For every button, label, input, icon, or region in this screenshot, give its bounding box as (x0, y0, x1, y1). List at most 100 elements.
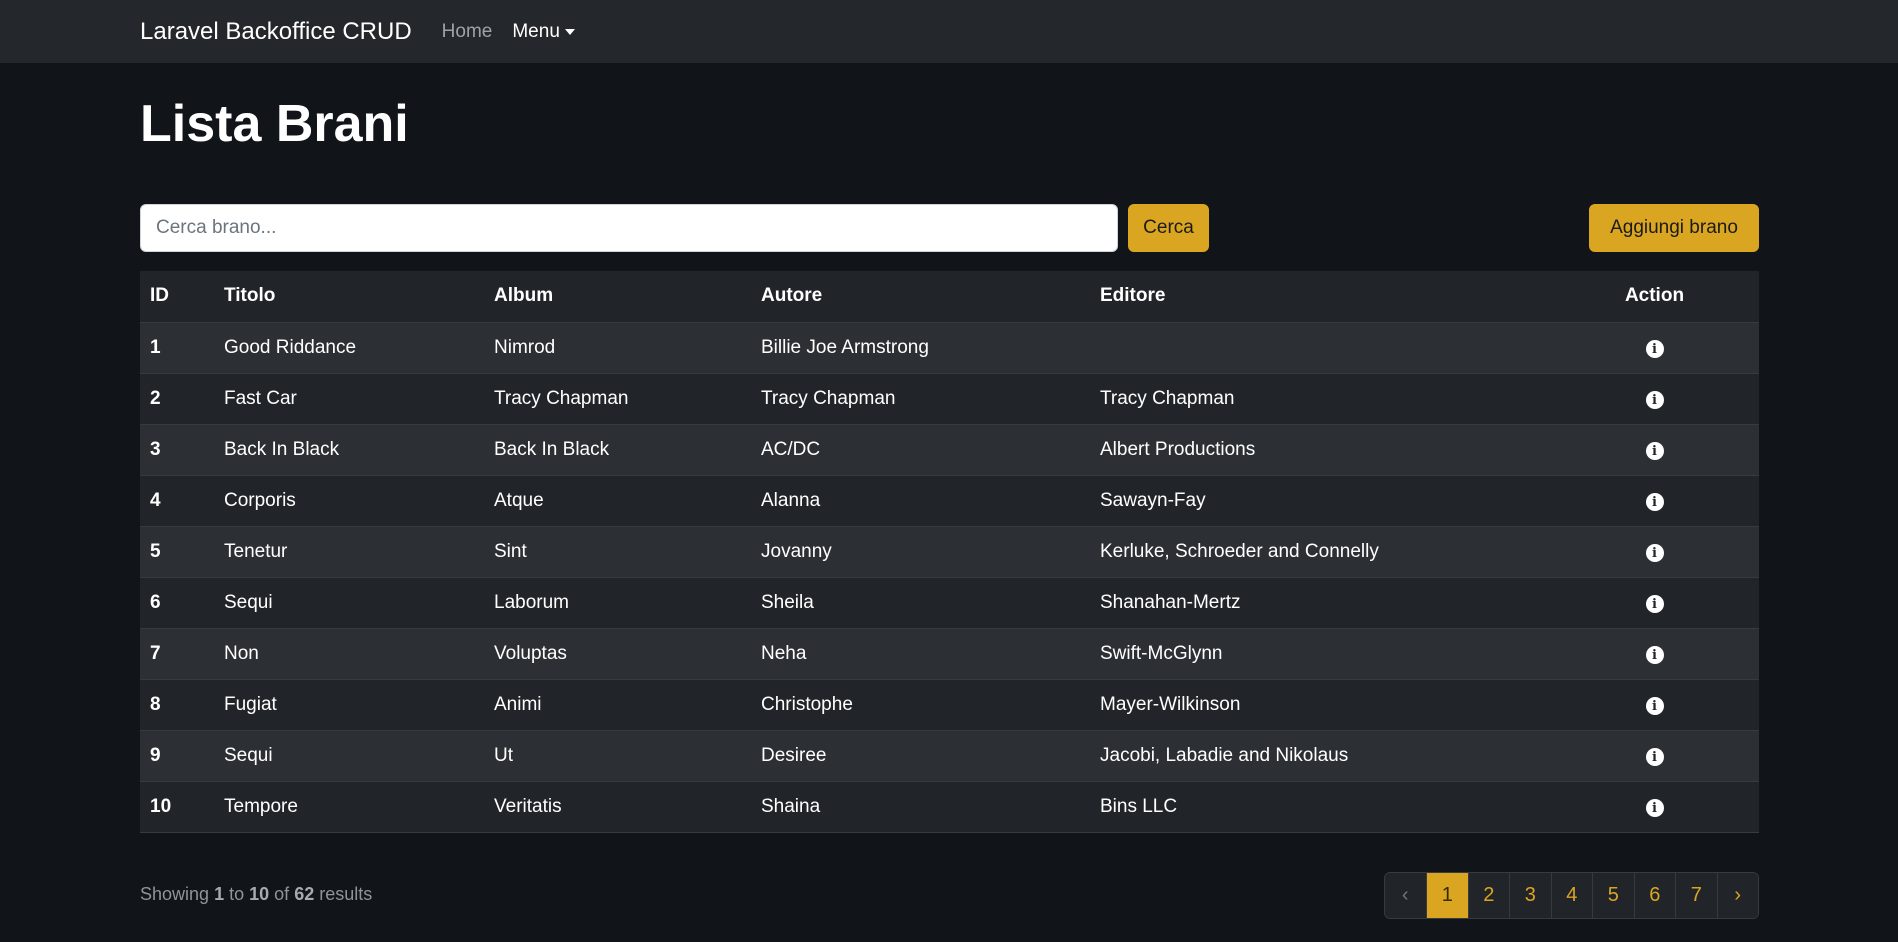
cell-author: Jovanny (751, 526, 1090, 578)
cell-title: Good Riddance (214, 322, 484, 374)
cell-author: Desiree (751, 730, 1090, 782)
cell-album: Tracy Chapman (484, 373, 751, 425)
column-header-publisher: Editore (1090, 271, 1550, 323)
cell-album: Ut (484, 730, 751, 782)
search-input[interactable] (140, 204, 1118, 252)
pagination-page[interactable]: 6 (1633, 873, 1675, 918)
cell-publisher: Swift-McGlynn (1090, 628, 1550, 680)
pagination-page[interactable]: 5 (1592, 873, 1634, 918)
table-row: 1 Good Riddance Nimrod Billie Joe Armstrong… (140, 322, 1759, 374)
cell-album: Veritatis (484, 781, 751, 833)
cell-title: Tenetur (214, 526, 484, 578)
cell-author: AC/DC (751, 424, 1090, 476)
pagination-page[interactable]: 7 (1675, 873, 1717, 918)
info-icon[interactable]: i (1645, 646, 1664, 664)
table-row: 4 Corporis Atque Alanna Sawayn-Fay i (140, 475, 1759, 527)
results-from: 1 (214, 884, 225, 904)
cell-author: Christophe (751, 679, 1090, 731)
navbar-brand[interactable]: Laravel Backoffice CRUD (140, 18, 412, 46)
nav-link-home[interactable]: Home (442, 21, 493, 43)
info-icon[interactable]: i (1645, 391, 1664, 409)
cell-id: 4 (140, 475, 214, 527)
cell-id: 10 (140, 781, 214, 833)
table-row: 7 Non Voluptas Neha Swift-McGlynn i (140, 628, 1759, 680)
navbar: Laravel Backoffice CRUD Home Menu (0, 0, 1898, 63)
cell-action: i (1550, 781, 1759, 833)
cell-publisher: Albert Productions (1090, 424, 1550, 476)
info-icon[interactable]: i (1645, 697, 1664, 715)
cell-action: i (1550, 577, 1759, 629)
column-header-author: Autore (751, 271, 1090, 323)
cell-album: Animi (484, 679, 751, 731)
pagination-page[interactable]: 3 (1509, 873, 1551, 918)
results-to-word: to (229, 884, 245, 904)
search-bar: Cerca Aggiungi brano (140, 204, 1759, 252)
cell-album: Laborum (484, 577, 751, 629)
results-suffix: results (319, 884, 373, 904)
cell-author: Shaina (751, 781, 1090, 833)
add-song-button[interactable]: Aggiungi brano (1589, 204, 1759, 252)
cell-action: i (1550, 679, 1759, 731)
info-icon[interactable]: i (1645, 544, 1664, 562)
info-icon[interactable]: i (1645, 493, 1664, 511)
cell-title: Non (214, 628, 484, 680)
cell-album: Atque (484, 475, 751, 527)
cell-title: Back In Black (214, 424, 484, 476)
table-row: 3 Back In Black Back In Black AC/DC Albert P… (140, 424, 1759, 476)
results-prefix: Showing (140, 884, 210, 904)
table-row: 6 Sequi Laborum Sheila Shanahan-Mertz i (140, 577, 1759, 629)
info-icon[interactable]: i (1645, 799, 1664, 817)
info-icon[interactable]: i (1645, 442, 1664, 460)
table-body: 1 Good Riddance Nimrod Billie Joe Armstrong… (140, 322, 1759, 833)
pagination-prev[interactable]: ‹ (1384, 873, 1426, 918)
cell-action: i (1550, 424, 1759, 476)
cell-author: Sheila (751, 577, 1090, 629)
results-summary: Showing 1 to 10 of 62 results (140, 884, 372, 905)
pagination-next[interactable]: › (1716, 873, 1758, 918)
caret-down-icon (564, 28, 575, 35)
table-row: 9 Sequi Ut Desiree Jacobi, Labadie and Nikol… (140, 730, 1759, 782)
table-header-row: ID Titolo Album Autore Editore Action (140, 271, 1759, 323)
nav-dropdown-menu[interactable]: Menu (512, 21, 575, 43)
search-button[interactable]: Cerca (1128, 204, 1209, 252)
cell-action: i (1550, 628, 1759, 680)
cell-action: i (1550, 526, 1759, 578)
pagination-page[interactable]: 4 (1550, 873, 1592, 918)
cell-id: 6 (140, 577, 214, 629)
cell-id: 2 (140, 373, 214, 425)
cell-author: Billie Joe Armstrong (751, 322, 1090, 374)
info-icon[interactable]: i (1645, 748, 1664, 766)
cell-action: i (1550, 322, 1759, 374)
pagination-page[interactable]: 2 (1467, 873, 1509, 918)
cell-publisher: Bins LLC (1090, 781, 1550, 833)
pagination-page[interactable]: 1 (1426, 873, 1468, 918)
cell-author: Tracy Chapman (751, 373, 1090, 425)
cell-title: Corporis (214, 475, 484, 527)
cell-publisher (1090, 322, 1550, 374)
cell-action: i (1550, 475, 1759, 527)
pagination: ‹ 1 2 3 4 5 6 7 › (1383, 872, 1759, 919)
cell-title: Sequi (214, 730, 484, 782)
results-of-word: of (274, 884, 290, 904)
table-row: 8 Fugiat Animi Christophe Mayer-Wilkinson i (140, 679, 1759, 731)
table-row: 5 Tenetur Sint Jovanny Kerluke, Schroeder an… (140, 526, 1759, 578)
results-to: 10 (249, 884, 270, 904)
cell-id: 1 (140, 322, 214, 374)
cell-id: 3 (140, 424, 214, 476)
cell-title: Fast Car (214, 373, 484, 425)
cell-publisher: Shanahan-Mertz (1090, 577, 1550, 629)
cell-title: Sequi (214, 577, 484, 629)
page-title: Lista Brani (140, 95, 409, 153)
cell-album: Sint (484, 526, 751, 578)
cell-album: Nimrod (484, 322, 751, 374)
songs-table: ID Titolo Album Autore Editore Action 1G… (140, 271, 1759, 833)
column-header-action: Action (1550, 271, 1759, 323)
info-icon[interactable]: i (1645, 595, 1664, 613)
cell-id: 7 (140, 628, 214, 680)
table-row: 2 Fast Car Tracy Chapman Tracy Chapman Tracy… (140, 373, 1759, 425)
info-icon[interactable]: i (1645, 340, 1664, 358)
cell-id: 5 (140, 526, 214, 578)
cell-title: Fugiat (214, 679, 484, 731)
column-header-album: Album (484, 271, 751, 323)
cell-id: 8 (140, 679, 214, 731)
